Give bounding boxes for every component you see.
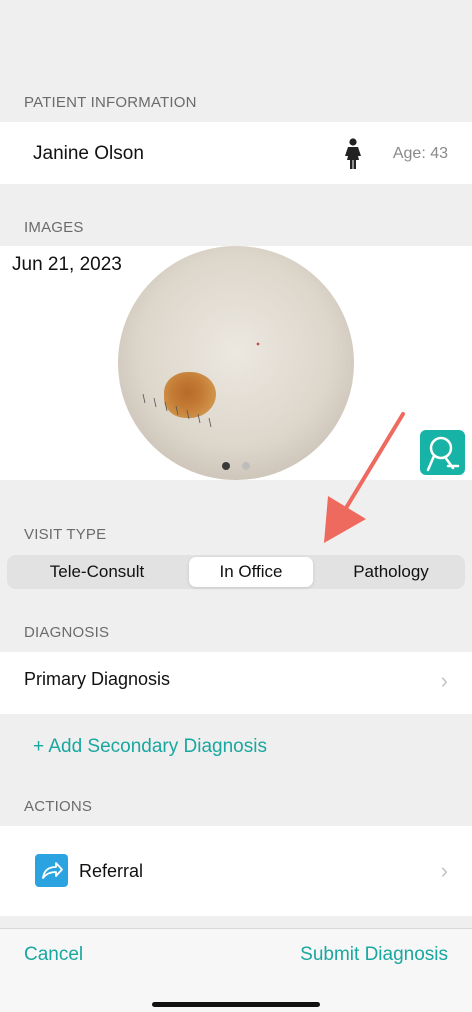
patient-name: Janine Olson (33, 143, 144, 164)
add-secondary-diagnosis-button[interactable]: + Add Secondary Diagnosis (33, 736, 267, 758)
image-scale-marks (142, 342, 260, 428)
page-dot-active[interactable] (222, 462, 230, 470)
visit-type-segmented-control: Tele-Consult In Office Pathology (7, 555, 465, 589)
patient-info-header: PATIENT INFORMATION (24, 94, 197, 111)
cancel-button[interactable]: Cancel (24, 944, 83, 966)
referral-label: Referral (79, 861, 144, 881)
home-indicator[interactable] (152, 1002, 320, 1007)
share-arrow-icon (35, 854, 68, 887)
segment-in-office[interactable]: In Office (189, 557, 313, 587)
segment-pathology[interactable]: Pathology (317, 555, 465, 589)
page-dot[interactable] (242, 462, 250, 470)
diagnosis-header: DIAGNOSIS (24, 624, 110, 641)
referral-row[interactable] (0, 826, 472, 916)
image-date: Jun 21, 2023 (12, 254, 122, 275)
bottom-toolbar (0, 928, 472, 1012)
images-header: IMAGES (24, 219, 84, 236)
visit-type-header: VISIT TYPE (24, 526, 107, 543)
female-person-icon (345, 138, 361, 169)
patient-age: Age: 43 (392, 145, 448, 162)
chevron-right-icon: › (440, 668, 448, 693)
submit-diagnosis-button[interactable]: Submit Diagnosis (300, 944, 448, 966)
dermoscopy-image[interactable] (118, 246, 354, 480)
primary-diagnosis-label: Primary Diagnosis (24, 669, 171, 689)
segment-tele-consult[interactable]: Tele-Consult (7, 555, 187, 589)
actions-header: ACTIONS (24, 798, 93, 815)
chevron-right-icon: › (440, 858, 448, 883)
dermatoscope-icon[interactable] (420, 430, 465, 475)
